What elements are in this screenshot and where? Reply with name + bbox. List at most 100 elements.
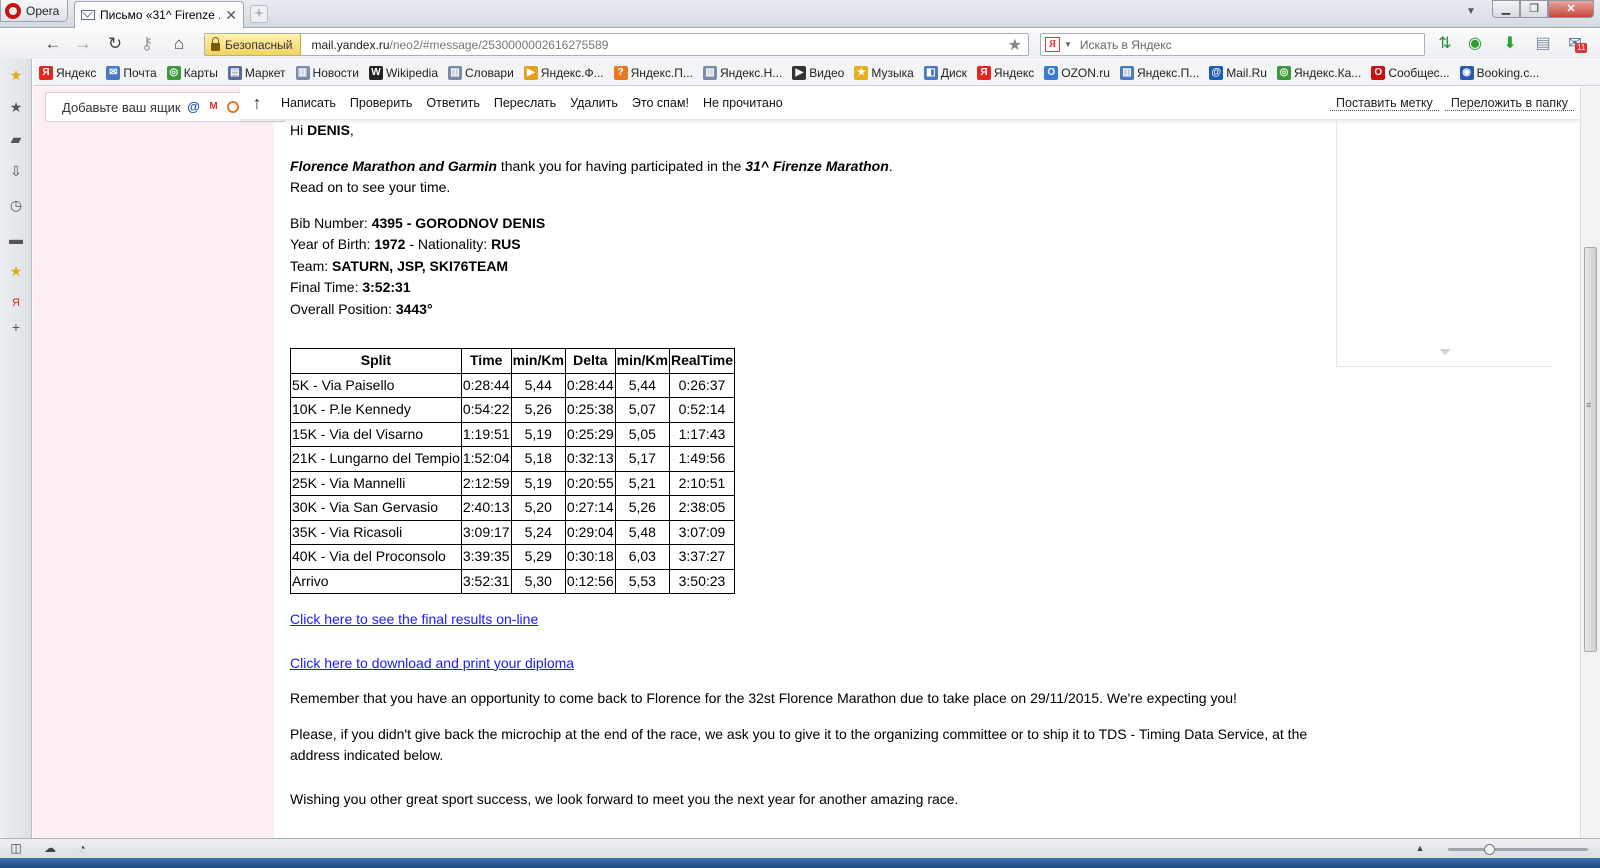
table-cell: 0:12:56: [564, 568, 616, 594]
security-badge[interactable]: Безопасный: [205, 34, 302, 55]
statusbar-up-arrow-icon[interactable]: ▲: [1412, 841, 1428, 856]
mail-envelope-icon: [81, 10, 95, 20]
microchip-paragraph: Please, if you didn't give back the micr…: [290, 725, 1308, 764]
bookmark-item[interactable]: ◎ Карты: [162, 65, 223, 80]
key-icon[interactable]: ⚷: [136, 34, 158, 54]
turbo-gauge-icon[interactable]: ◔: [74, 841, 90, 856]
bookmark-star-icon[interactable]: ★: [1008, 35, 1028, 55]
zoom-slider-knob[interactable]: [1484, 844, 1495, 855]
bookmark-item[interactable]: ◎ Яндекс.Ка...: [1272, 65, 1366, 80]
notes-icon[interactable]: ▰: [8, 131, 24, 147]
forward-arrow-icon[interactable]: →: [72, 34, 94, 54]
table-cell: 2:12:59: [460, 470, 512, 496]
favorites-star-icon[interactable]: ★: [8, 263, 24, 279]
move-to-folder-button[interactable]: Переложить в папку: [1444, 96, 1574, 111]
mailru-at-icon: @: [187, 99, 200, 114]
diploma-download-link[interactable]: Click here to download and print your di…: [290, 655, 574, 671]
delete-button[interactable]: Удалить: [563, 96, 625, 110]
bookmark-item[interactable]: ◧ Диск: [919, 65, 972, 80]
bookmarks-star-icon[interactable]: ★: [8, 99, 24, 115]
final-results-link[interactable]: Click here to see the final results on-l…: [290, 611, 538, 627]
set-label-button[interactable]: Поставить метку: [1330, 96, 1439, 111]
forward-button[interactable]: Переслать: [487, 96, 563, 110]
search-engine-chevron-icon[interactable]: ▼: [1064, 40, 1072, 49]
url-text[interactable]: mail.yandex.ru/neo2/#message/25300000026…: [301, 38, 1007, 52]
bookmark-item[interactable]: ▥ Яндекс.П...: [1115, 65, 1204, 80]
bookmark-item[interactable]: W Wikipedia: [364, 65, 443, 80]
mail-notify-icon[interactable]: ✉11: [1565, 34, 1588, 54]
add-panel-plus-icon[interactable]: +: [8, 319, 24, 335]
sync-arrows-icon[interactable]: ⇅: [1435, 34, 1455, 54]
bookmark-item[interactable]: ★ Музыка: [849, 65, 918, 80]
bookmark-item[interactable]: O OZON.ru: [1039, 65, 1115, 80]
scrollbar-thumb[interactable]: [1584, 247, 1597, 652]
tab-bar: Opera Письмо «31^ Firenze ... ✕ + ▼ ▁ ❐ …: [0, 0, 1600, 28]
speed-dial-star-icon[interactable]: ★: [8, 67, 24, 83]
search-placeholder: Искать в Яндекс: [1079, 37, 1172, 52]
panel-toggle-icon[interactable]: ◫: [8, 841, 24, 856]
bookmark-item[interactable]: ◉ Booking.c...: [1455, 65, 1545, 80]
bookmark-item[interactable]: ▶ Видео: [787, 65, 849, 80]
bookmark-item[interactable]: O Сообщес...: [1366, 65, 1454, 80]
bookmark-item[interactable]: ▥ Яндекс.Н...: [698, 65, 787, 80]
bookmark-item[interactable]: ▥ Новости: [291, 65, 364, 80]
extension-green-icon[interactable]: ◉: [1465, 34, 1485, 54]
history-clock-icon[interactable]: ◷: [8, 197, 24, 213]
window-restore-button[interactable]: ❐: [1520, 0, 1548, 18]
window-minimize-button[interactable]: ▁: [1492, 0, 1520, 18]
yandex-panel-icon[interactable]: Я: [8, 295, 24, 311]
splits-header-cell: min/Km: [614, 348, 670, 374]
address-bar[interactable]: Безопасный mail.yandex.ru/neo2/#message/…: [204, 33, 1029, 56]
table-cell: 15K - Via del Visarno: [290, 421, 462, 447]
opera-unite-cloud-icon[interactable]: ☁: [42, 841, 58, 856]
splits-header-cell: min/Km: [510, 348, 566, 374]
ad-panel-chevron-icon[interactable]: [1439, 349, 1451, 355]
reply-button[interactable]: Ответить: [419, 96, 486, 110]
bookmark-label: Mail.Ru: [1226, 65, 1267, 80]
bookmark-label: Яндекс.П...: [1136, 65, 1200, 80]
bookmark-item[interactable]: ▶ Яндекс.Ф...: [519, 65, 609, 80]
new-tab-button[interactable]: +: [250, 5, 268, 23]
wishing-paragraph: Wishing you other great sport success, w…: [290, 790, 959, 807]
tab-close-icon[interactable]: ✕: [225, 7, 237, 24]
page-icon[interactable]: ▤: [1533, 34, 1553, 54]
mail-toolbar-right: Поставить метку Переложить в папку: [1330, 96, 1580, 111]
back-arrow-icon[interactable]: ←: [42, 34, 64, 54]
bookmark-item[interactable]: ✉ Почта: [101, 65, 161, 80]
search-field[interactable]: Я ▼ Искать в Яндекс: [1040, 33, 1425, 56]
table-cell: 0:32:13: [564, 446, 616, 472]
bookmark-item[interactable]: Я Яндекс: [34, 65, 101, 80]
music-star-icon: ★: [854, 65, 869, 80]
reload-icon[interactable]: ↻: [104, 34, 126, 54]
bookmark-item[interactable]: ▤ Маркет: [223, 65, 291, 80]
vertical-scrollbar[interactable]: ≡: [1580, 87, 1600, 838]
window-close-button[interactable]: ✕: [1548, 0, 1594, 18]
check-mail-button[interactable]: Проверить: [343, 96, 420, 110]
tab-mail-message[interactable]: Письмо «31^ Firenze ... ✕: [74, 1, 244, 28]
compose-button[interactable]: Написать: [274, 96, 343, 110]
opera-menu-button[interactable]: Opera: [0, 0, 68, 22]
spam-button[interactable]: Это спам!: [625, 96, 696, 110]
bookmark-item[interactable]: Я Яндекс: [972, 65, 1039, 80]
windows-panel-icon[interactable]: ▬: [8, 231, 24, 247]
greeting: Hi DENIS,: [290, 120, 1340, 142]
home-icon[interactable]: ⌂: [168, 34, 190, 54]
bookmark-label: Новости: [312, 65, 359, 80]
zoom-slider[interactable]: [1448, 844, 1588, 855]
sponsors-text: Florence Marathon and Garmin: [290, 157, 497, 174]
bookmark-item[interactable]: @ Mail.Ru: [1204, 65, 1272, 80]
tab-list-chevron-icon[interactable]: ▼: [1466, 6, 1476, 17]
disk-icon: ◧: [923, 65, 938, 80]
downloads-panel-icon[interactable]: ⇩: [8, 163, 24, 179]
yandex-search-engine-icon[interactable]: Я: [1045, 37, 1060, 52]
table-row: 21K - Lungarno del Tempio 1:52:04 5,18 0:32…: [290, 446, 735, 472]
download-icon[interactable]: ⬇: [1500, 34, 1520, 54]
tab-title: Письмо «31^ Firenze ...: [100, 8, 221, 22]
ad-panel: [1336, 120, 1553, 367]
table-cell: 5,26: [510, 397, 566, 423]
scroll-up-arrow-icon[interactable]: ↑: [240, 93, 274, 114]
bookmark-item[interactable]: ? Яндекс.П...: [609, 65, 698, 80]
mark-unread-button[interactable]: Не прочитано: [696, 96, 790, 110]
bookmark-item[interactable]: ▥ Словари: [443, 65, 519, 80]
table-cell: 0:30:18: [564, 544, 616, 570]
